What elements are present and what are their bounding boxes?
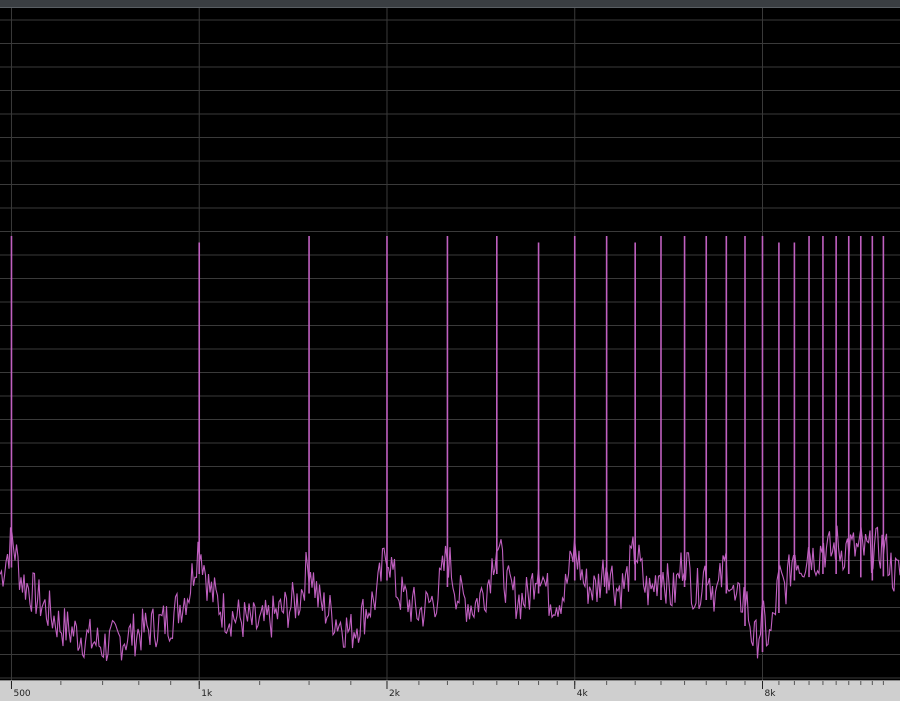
- spectrum-plot-area: [0, 8, 900, 680]
- axis-tick-label: 8k: [764, 689, 776, 699]
- axis-tick-label: 1k: [201, 689, 213, 699]
- harmonic-peaks: [10, 236, 885, 652]
- grid-lines: [0, 8, 900, 680]
- axis-tick-label: 4k: [577, 689, 589, 699]
- axis-tick-label: 2k: [389, 689, 401, 699]
- axis-tick-label: 500: [13, 689, 30, 699]
- frequency-axis-ruler: 500 1k 2k 4k 8k: [0, 680, 900, 701]
- axis-minor-ticks: [10, 681, 884, 685]
- frequency-axis: 500 1k 2k 4k 8k: [10, 681, 884, 699]
- window-title-bar: [0, 0, 900, 8]
- noise-floor-trace: [0, 525, 900, 662]
- spectrum-chart: [0, 8, 900, 680]
